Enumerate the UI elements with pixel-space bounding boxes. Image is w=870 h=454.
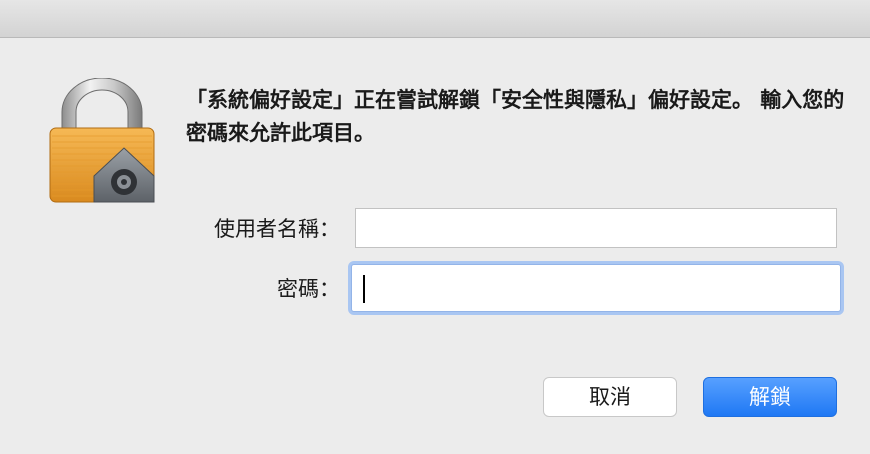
password-field[interactable]	[351, 264, 841, 312]
dialog-message: 「系統偏好設定」正在嘗試解鎖「安全性與隱私」偏好設定。 輸入您的密碼來允許此項目…	[186, 88, 845, 145]
username-label: 使用者名稱：	[214, 217, 340, 241]
password-label: 密碼：	[277, 277, 340, 301]
window-titlebar[interactable]	[0, 0, 870, 38]
authorization-dialog: 「系統偏好設定」正在嘗試解鎖「安全性與隱私」偏好設定。 輸入您的密碼來允許此項目…	[0, 0, 870, 454]
cancel-button[interactable]: 取消	[543, 377, 677, 417]
text-caret	[363, 275, 365, 303]
username-field[interactable]: _______	[355, 208, 837, 248]
padlock-icon	[44, 77, 160, 206]
username-value: _______	[366, 232, 443, 248]
unlock-button[interactable]: 解鎖	[703, 377, 837, 417]
